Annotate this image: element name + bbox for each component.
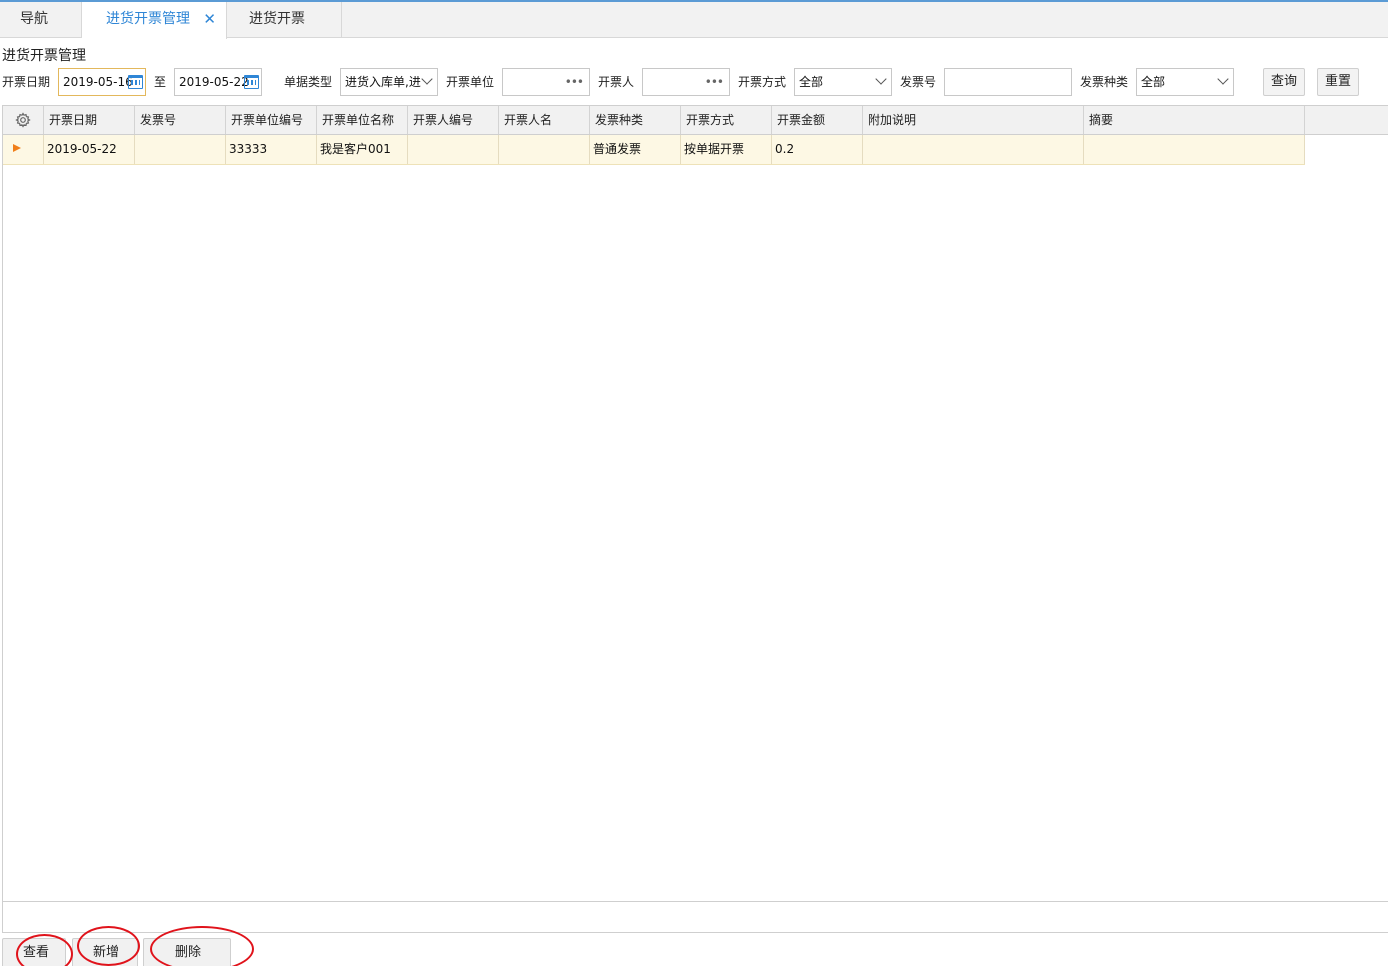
doc-type-label: 单据类型 bbox=[284, 75, 333, 89]
more-icon[interactable]: ••• bbox=[565, 69, 584, 95]
date-from-field[interactable]: 2019-05-16 bbox=[58, 68, 146, 96]
column-header[interactable]: 发票号 bbox=[135, 106, 226, 134]
invoice-grid: 开票日期 发票号 开票单位编号 开票单位名称 开票人编号 开票人名 发票种类 开… bbox=[2, 105, 1388, 933]
row-indicator bbox=[3, 135, 44, 164]
cell-unit-code[interactable]: 33333 bbox=[226, 135, 317, 164]
column-header[interactable]: 开票人编号 bbox=[408, 106, 499, 134]
column-header[interactable]: 开票金额 bbox=[772, 106, 863, 134]
column-header[interactable]: 附加说明 bbox=[863, 106, 1084, 134]
column-header[interactable]: 开票人名 bbox=[499, 106, 590, 134]
unit-label: 开票单位 bbox=[446, 75, 495, 89]
tab-bar: 导航 进货开票管理 ✕ 进货开票 bbox=[0, 2, 1388, 39]
column-header[interactable]: 开票方式 bbox=[681, 106, 772, 134]
cell-summary[interactable] bbox=[1084, 135, 1305, 164]
more-icon[interactable]: ••• bbox=[705, 69, 724, 95]
cell-date[interactable]: 2019-05-22 bbox=[44, 135, 135, 164]
date-to-value: 2019-05-22 bbox=[179, 75, 249, 89]
invoice-kind-label: 发票种类 bbox=[1080, 75, 1129, 89]
date-separator: 至 bbox=[154, 75, 167, 89]
cell-person-code[interactable] bbox=[408, 135, 499, 164]
table-row[interactable]: 2019-05-22 33333 我是客户001 普通发票 按单据开票 0.2 bbox=[3, 135, 1305, 165]
delete-button[interactable]: 删除 bbox=[143, 938, 231, 966]
cell-note[interactable] bbox=[863, 135, 1084, 164]
cell-person-name[interactable] bbox=[499, 135, 590, 164]
grid-footer-divider bbox=[3, 901, 1388, 902]
view-button[interactable]: 查看 bbox=[2, 938, 66, 966]
cell-amount[interactable]: 0.2 bbox=[772, 135, 863, 164]
date-to-field[interactable]: 2019-05-22 bbox=[174, 68, 262, 96]
tab-purchase-invoice-management[interactable]: 进货开票管理 ✕ bbox=[82, 2, 227, 39]
chevron-down-icon bbox=[1217, 73, 1229, 85]
invoice-kind-value: 全部 bbox=[1141, 75, 1166, 89]
column-header[interactable]: 摘要 bbox=[1084, 106, 1305, 134]
page-title: 进货开票管理 bbox=[2, 48, 86, 64]
gear-icon bbox=[15, 112, 31, 128]
current-row-arrow-icon bbox=[13, 144, 21, 152]
close-icon[interactable]: ✕ bbox=[203, 2, 216, 37]
tab-navigation[interactable]: 导航 bbox=[0, 2, 82, 38]
grid-header: 开票日期 发票号 开票单位编号 开票单位名称 开票人编号 开票人名 发票种类 开… bbox=[3, 106, 1388, 135]
chevron-down-icon bbox=[875, 73, 887, 85]
cell-invoice-kind[interactable]: 普通发票 bbox=[590, 135, 681, 164]
tab-label: 导航 bbox=[20, 11, 48, 27]
tab-label: 进货开票管理 bbox=[106, 11, 190, 27]
column-header[interactable]: 开票单位名称 bbox=[317, 106, 408, 134]
cell-method[interactable]: 按单据开票 bbox=[681, 135, 772, 164]
chevron-down-icon bbox=[421, 73, 433, 85]
cell-invoice-no[interactable] bbox=[135, 135, 226, 164]
method-select[interactable]: 全部 bbox=[794, 68, 892, 96]
doc-type-select[interactable]: 进货入库单,进 bbox=[340, 68, 438, 96]
invoice-kind-select[interactable]: 全部 bbox=[1136, 68, 1234, 96]
tab-purchase-invoice[interactable]: 进货开票 bbox=[227, 2, 342, 38]
person-label: 开票人 bbox=[598, 75, 635, 89]
date-label: 开票日期 bbox=[2, 75, 51, 89]
invoice-no-label: 发票号 bbox=[900, 75, 937, 89]
cell-unit-name[interactable]: 我是客户001 bbox=[317, 135, 408, 164]
add-button[interactable]: 新增 bbox=[72, 938, 138, 966]
calendar-icon[interactable] bbox=[128, 75, 143, 89]
method-label: 开票方式 bbox=[738, 75, 787, 89]
unit-field[interactable]: ••• bbox=[502, 68, 590, 96]
column-header[interactable]: 开票日期 bbox=[44, 106, 135, 134]
person-field[interactable]: ••• bbox=[642, 68, 730, 96]
method-value: 全部 bbox=[799, 75, 824, 89]
column-header[interactable]: 发票种类 bbox=[590, 106, 681, 134]
date-from-value: 2019-05-16 bbox=[63, 75, 133, 89]
tab-label: 进货开票 bbox=[249, 11, 305, 27]
invoice-no-input[interactable] bbox=[944, 68, 1072, 96]
calendar-icon[interactable] bbox=[244, 75, 259, 89]
column-header[interactable]: 开票单位编号 bbox=[226, 106, 317, 134]
reset-button[interactable]: 重置 bbox=[1317, 68, 1359, 96]
query-button[interactable]: 查询 bbox=[1263, 68, 1305, 96]
column-settings-button[interactable] bbox=[3, 106, 44, 134]
doc-type-value: 进货入库单,进 bbox=[345, 75, 421, 89]
